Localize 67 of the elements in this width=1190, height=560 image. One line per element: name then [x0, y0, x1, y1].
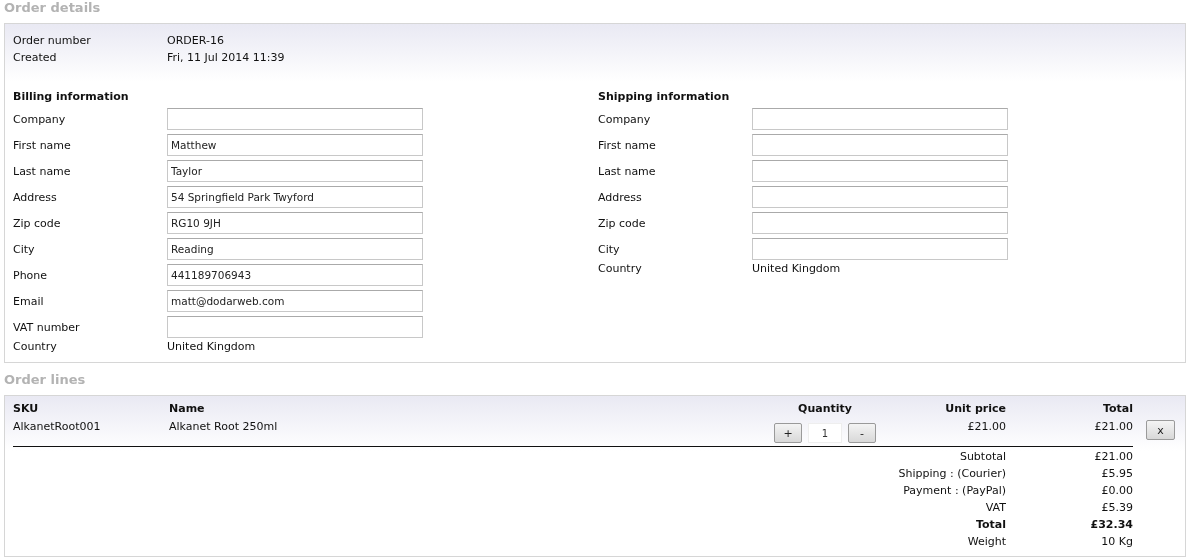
section-title: Order details [4, 0, 101, 15]
input-field[interactable] [167, 316, 423, 338]
input-field[interactable] [167, 108, 423, 130]
input-field[interactable] [752, 186, 1008, 208]
field-label: Email [13, 294, 44, 308]
input-field[interactable]: Reading [167, 238, 423, 260]
summary-label: Total [975, 517, 1006, 533]
field-label: Address [598, 190, 642, 204]
field-label: Address [13, 190, 57, 204]
field-label: Country [598, 262, 642, 275]
summary-label: Subtotal [959, 449, 1006, 465]
summary-value: £5.95 [1101, 466, 1133, 482]
section-title: Order lines [4, 372, 86, 388]
increase-button[interactable]: + [774, 423, 802, 443]
field-label: Company [13, 112, 66, 126]
group-title: Billing information [13, 89, 129, 105]
summary-value: £5.39 [1101, 500, 1133, 516]
quantity-field[interactable]: 1 [808, 423, 842, 443]
field-label: First name [13, 138, 71, 152]
field-value: United Kingdom [752, 262, 841, 275]
field-label: VAT number [13, 320, 80, 334]
field-label: Company [598, 112, 651, 126]
field-label: City [13, 242, 35, 256]
field-label: City [598, 242, 620, 256]
field-label: Last name [598, 164, 656, 178]
table-cell: £21.00 [967, 420, 1006, 433]
input-field[interactable] [752, 212, 1008, 234]
input-field[interactable] [752, 134, 1008, 156]
input-field[interactable]: 54 Springfield Park Twyford [167, 186, 423, 208]
summary-value: 10 Kg [1101, 534, 1133, 550]
column-header: Quantity [798, 402, 852, 415]
table-cell: £21.00 [1094, 420, 1133, 433]
input-field[interactable] [752, 160, 1008, 182]
input-field[interactable]: Taylor [167, 160, 423, 182]
summary-label: VAT [985, 500, 1006, 516]
field-value: ORDER-16 [167, 33, 225, 49]
summary-value: £21.00 [1094, 449, 1133, 465]
table-cell: AlkanetRoot001 [13, 420, 101, 433]
summary-value: £32.34 [1090, 517, 1133, 533]
field-label: Order number [13, 33, 92, 49]
remove-button[interactable]: x [1146, 420, 1175, 440]
field-value: Fri, 11 Jul 2014 11:39 [167, 50, 285, 66]
field-label: Country [13, 340, 57, 353]
field-label: Zip code [13, 216, 61, 230]
input-field[interactable]: matt@dodarweb.com [167, 290, 423, 312]
input-field[interactable]: 441189706943 [167, 264, 423, 286]
field-value: United Kingdom [167, 340, 256, 353]
summary-label: Shipping : (Courier) [898, 466, 1006, 482]
column-header: SKU [13, 402, 39, 415]
input-field[interactable] [752, 238, 1008, 260]
summary-label: Weight [967, 534, 1006, 550]
column-header: Unit price [945, 402, 1006, 415]
input-field[interactable]: RG10 9JH [167, 212, 423, 234]
field-label: Zip code [598, 216, 646, 230]
field-label: Last name [13, 164, 71, 178]
table-cell: Alkanet Root 250ml [169, 420, 278, 433]
summary-value: £0.00 [1101, 483, 1133, 499]
summary-label: Payment : (PayPal) [903, 483, 1006, 499]
field-label: Phone [13, 268, 48, 282]
field-label: First name [598, 138, 656, 152]
decrease-button[interactable]: - [848, 423, 876, 443]
group-title: Shipping information [598, 89, 730, 105]
column-header: Name [169, 402, 205, 415]
input-field[interactable]: Matthew [167, 134, 423, 156]
input-field[interactable] [752, 108, 1008, 130]
column-header: Total [1102, 402, 1133, 415]
field-label: Created [13, 50, 58, 66]
